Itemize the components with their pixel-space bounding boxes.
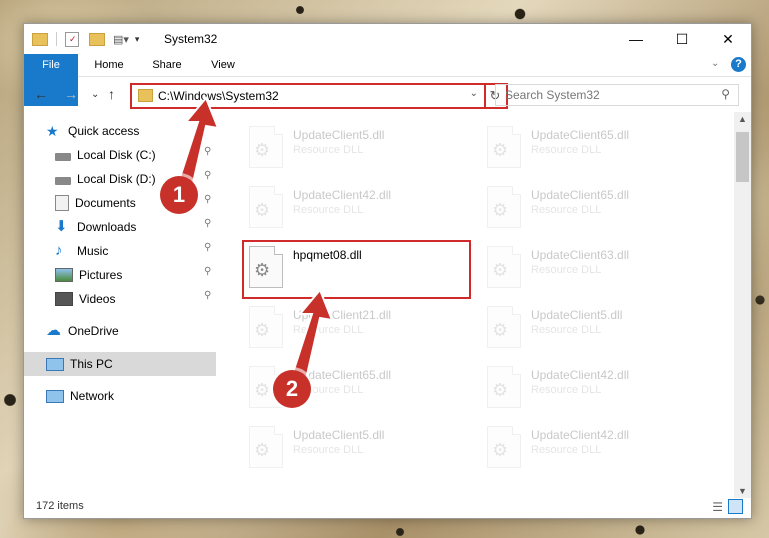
annotation-arrows bbox=[174, 96, 334, 390]
step-badge-2: 2 bbox=[273, 370, 311, 408]
step-badge-1: 1 bbox=[160, 176, 198, 214]
